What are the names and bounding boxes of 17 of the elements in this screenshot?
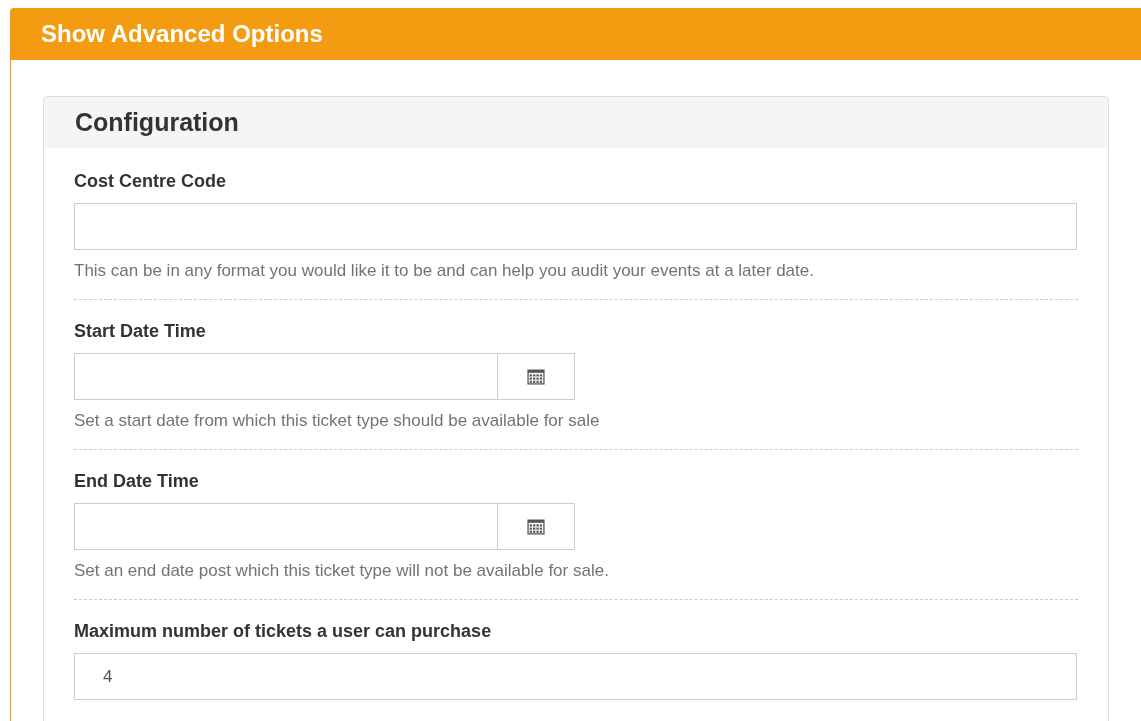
calendar-button[interactable]: [498, 353, 575, 400]
calendar-icon: [527, 518, 545, 535]
field-label: Maximum number of tickets a user can purchase: [74, 620, 493, 643]
date-input[interactable]: [74, 503, 498, 550]
help-text: Set a start date from which this ticket type should be available for sale: [74, 410, 601, 432]
date-input[interactable]: [74, 353, 498, 400]
calendar-icon: [527, 368, 545, 385]
field-label: Start Date Time: [74, 320, 207, 343]
help-text: Set an end date post which this ticket type will not be available for sale.: [74, 560, 610, 582]
panel-title: Configuration: [75, 106, 239, 138]
text-input[interactable]: [74, 203, 1077, 250]
text-input[interactable]: 4: [74, 653, 1077, 700]
field-label: Cost Centre Code: [74, 170, 227, 193]
section-title: Show Advanced Options: [41, 19, 323, 49]
help-text: This can be in any format you would like it to be and can help you audit your events at a later date.: [74, 260, 815, 282]
calendar-button[interactable]: [498, 503, 575, 550]
field-label: End Date Time: [74, 470, 200, 493]
